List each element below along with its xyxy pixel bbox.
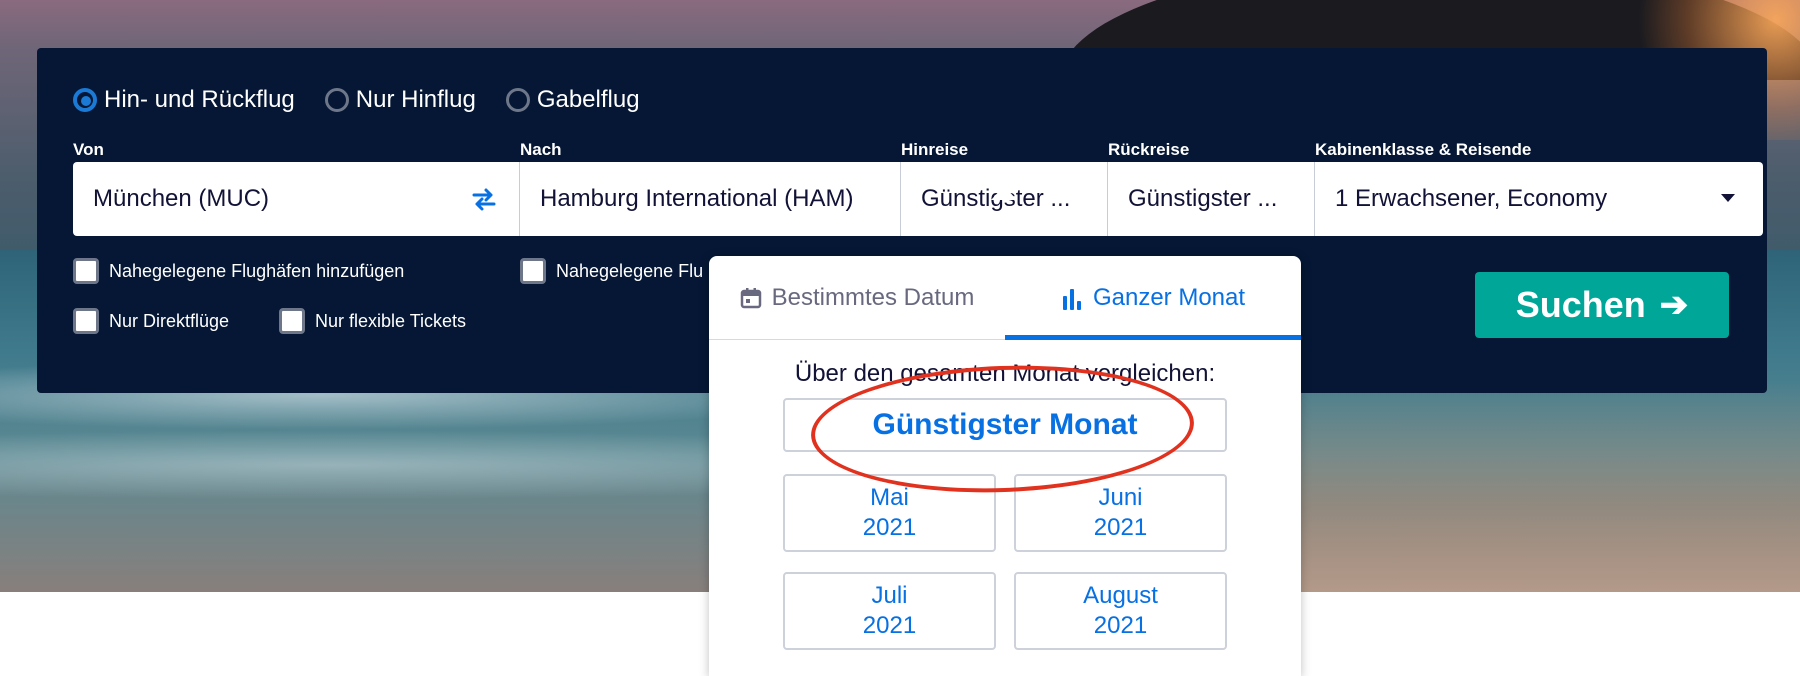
checkbox-nearby-to[interactable]: Nahegelegene Flu [520, 258, 703, 284]
from-label: Von [73, 140, 104, 159]
tab-whole-month[interactable]: Ganzer Monat [1005, 256, 1301, 340]
trip-type-label: Hin- und Rückflug [104, 86, 295, 113]
radio-button-checked[interactable] [73, 88, 97, 112]
cabin-label: Kabinenklasse & Reisende [1315, 140, 1532, 159]
trip-type-oneway[interactable]: Nur Hinflug [324, 86, 476, 114]
from-field[interactable]: München (MUC) [73, 162, 520, 236]
return-label: Rückreise [1108, 140, 1190, 159]
tab-label: Ganzer Monat [1092, 283, 1246, 311]
tab-specific-date[interactable]: Bestimmtes Datum [709, 256, 1005, 339]
trip-type-multicity[interactable]: Gabelflug [505, 86, 640, 114]
checkbox[interactable] [520, 258, 546, 284]
month-button-august[interactable]: August 2021 [1014, 572, 1227, 650]
search-button-label: Suchen [1515, 284, 1646, 325]
trip-type-label: Nur Hinflug [355, 86, 476, 113]
checkbox-label: Nur flexible Tickets [315, 310, 467, 331]
tab-label: Bestimmtes Datum [771, 283, 975, 311]
radio-button[interactable] [324, 88, 349, 112]
arrow-right-icon: ➔ [1659, 286, 1689, 324]
return-date-field[interactable]: Günstigster ... [1108, 162, 1315, 236]
depart-label: Hinreise [901, 140, 969, 159]
beach [1250, 380, 1800, 592]
search-fields: München (MUC) Hamburg International (HAM… [73, 162, 1763, 236]
checkbox-label: Nahegelegene Flu [556, 260, 704, 281]
swap-icon[interactable] [471, 186, 497, 212]
month-name: Juli [871, 582, 908, 609]
to-value: Hamburg International (HAM) [540, 185, 854, 212]
chevron-down-icon [1721, 194, 1735, 202]
checkbox[interactable] [73, 258, 99, 284]
to-label: Nach [520, 140, 562, 159]
checkbox[interactable] [279, 308, 305, 334]
search-button[interactable]: Suchen ➔ [1475, 272, 1729, 338]
checkbox-label: Nahegelegene Flughäfen hinzufügen [109, 260, 405, 281]
month-year: 2021 [862, 612, 917, 639]
calendar-icon [740, 287, 761, 308]
from-value: München (MUC) [93, 185, 270, 212]
return-value: Günstigster ... [1128, 185, 1278, 212]
cabin-value: 1 Erwachsener, Economy [1335, 185, 1608, 212]
trip-type-group: Hin- und Rückflug Nur Hinflug Gabelflug [73, 86, 670, 114]
month-button-july[interactable]: Juli 2021 [783, 572, 996, 650]
trip-type-label: Gabelflug [536, 86, 640, 113]
trip-type-roundtrip[interactable]: Hin- und Rückflug [73, 86, 295, 114]
checkbox-label: Nur Direktflüge [109, 310, 230, 331]
bar-chart-icon [1062, 288, 1081, 310]
checkbox[interactable] [73, 308, 99, 334]
radio-button[interactable] [505, 88, 530, 112]
cabin-travellers-field[interactable]: 1 Erwachsener, Economy [1315, 162, 1763, 236]
popover-pointer [991, 186, 1017, 200]
checkbox-flexible-tickets[interactable]: Nur flexible Tickets [279, 308, 466, 334]
month-year: 2021 [862, 514, 917, 541]
checkbox-direct-flights[interactable]: Nur Direktflüge [73, 308, 229, 334]
month-year: 2021 [1093, 514, 1148, 541]
date-mode-tabs: Bestimmtes Datum Ganzer Monat [709, 256, 1301, 340]
month-name: August [1083, 582, 1158, 609]
month-year: 2021 [1093, 612, 1148, 639]
to-field[interactable]: Hamburg International (HAM) [520, 162, 901, 236]
checkbox-nearby-from[interactable]: Nahegelegene Flughäfen hinzufügen [73, 258, 404, 284]
